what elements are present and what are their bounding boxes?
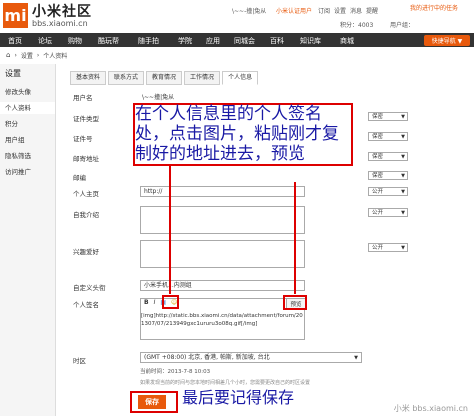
chevron-down-icon: ▼: [401, 210, 405, 216]
main-nav: 首页 论坛 购物 酷玩帮 随手拍 学院 应用 同城会 百科 知识库 商城 快捷导…: [0, 33, 474, 47]
nav-item-kuwan[interactable]: 酷玩帮: [98, 36, 119, 46]
nav-item-wiki[interactable]: 百科: [270, 36, 284, 46]
site-subtitle: bbs.xiaomi.cn: [32, 19, 88, 28]
user-group-display[interactable]: 用户组：: [390, 20, 414, 29]
sidebar-title: 设置: [5, 69, 21, 78]
annotation-save-text: 最后要记得保存: [182, 388, 295, 407]
points-display[interactable]: 积分：4003: [340, 20, 373, 29]
nav-item-city[interactable]: 同城会: [234, 36, 255, 46]
username-value: \~~撞|兔从: [142, 94, 175, 101]
messages-link[interactable]: 消息: [350, 6, 362, 15]
profile-tabs: 基本资料 联系方式 教育情况 工作情况 个人信息: [70, 71, 259, 85]
task-link[interactable]: 我的进行中的任务: [410, 3, 472, 15]
sidebar-item-privacy[interactable]: 隐私筛选: [0, 150, 55, 162]
nav-item-photo[interactable]: 随手拍: [138, 36, 159, 46]
username-link[interactable]: \~~-撞|兔从: [232, 6, 266, 15]
breadcrumb-separator: ›: [36, 51, 40, 59]
annotation-arrow-image: [169, 166, 171, 294]
label-introduction: 自我介绍: [73, 211, 99, 219]
privacy-select-zipcode[interactable]: 保密 ▼: [368, 171, 408, 180]
tab-basic[interactable]: 基本资料: [70, 71, 107, 85]
timezone-select[interactable]: (GMT +08:00) 北京, 香港, 帕斯, 新加坡, 台北 ▼: [140, 352, 362, 363]
nav-item-forum[interactable]: 论坛: [38, 36, 52, 46]
tab-contact[interactable]: 联系方式: [108, 71, 145, 85]
breadcrumb-profile[interactable]: 个人资料: [43, 51, 67, 60]
introduction-textarea[interactable]: [140, 206, 305, 234]
sidebar-item-usergroup[interactable]: 用户组: [0, 134, 55, 146]
label-id-type: 证件类型: [73, 115, 99, 123]
subscribe-link[interactable]: 订阅: [318, 6, 330, 15]
reminders-link[interactable]: 提醒: [366, 6, 378, 15]
annotation-box-save: [130, 391, 178, 413]
nav-item-mall[interactable]: 商城: [340, 36, 354, 46]
header: mi 小米社区 bbs.xiaomi.cn \~~-撞|兔从 小米认证用户 订阅…: [0, 0, 474, 33]
breadcrumb-separator: ›: [14, 51, 17, 59]
privacy-select-introduction[interactable]: 公开 ▼: [368, 208, 408, 217]
signature-textarea[interactable]: [img]http://static.bbs.xiaomi.cn/data/at…: [141, 312, 303, 328]
chevron-down-icon: ▼: [401, 114, 405, 120]
annotation-arrow-preview: [294, 182, 296, 294]
timezone-note: 如果发现当前的时间与您本地时间相差几个小时，您需要更改自己的时区设置: [140, 380, 311, 386]
chevron-down-icon: ▼: [401, 189, 405, 195]
label-timezone: 时区: [73, 357, 86, 365]
sidebar-item-points[interactable]: 积分: [0, 118, 55, 130]
privacy-select-hobbies[interactable]: 公开 ▼: [368, 243, 408, 252]
chevron-down-icon: ▼: [354, 355, 358, 361]
chevron-down-icon: ▼: [401, 134, 405, 140]
tab-work[interactable]: 工作情况: [184, 71, 221, 85]
nav-item-shop[interactable]: 购物: [68, 36, 82, 46]
quick-nav-button[interactable]: 快捷导航 ▼: [424, 35, 470, 46]
annotation-main-text: 在个人信息里的个人签名处，点击图片，粘贴刚才复制好的地址进去，预览: [135, 104, 339, 164]
custom-title-input[interactable]: 小米手机...内测组: [140, 280, 305, 291]
home-icon[interactable]: ⌂: [6, 51, 10, 59]
watermark: 小米 bbs.xiaomi.cn: [393, 404, 468, 413]
privacy-select-id-number[interactable]: 保密 ▼: [368, 132, 408, 141]
chevron-down-icon: ▼: [401, 154, 405, 160]
chevron-down-icon: ▼: [401, 173, 405, 179]
nav-item-academy[interactable]: 学院: [178, 36, 192, 46]
nav-item-knowledge[interactable]: 知识库: [300, 36, 321, 46]
nav-item-apps[interactable]: 应用: [206, 36, 220, 46]
chevron-down-icon: ▼: [401, 245, 405, 251]
label-zipcode: 邮编: [73, 174, 86, 182]
logo[interactable]: mi: [3, 3, 28, 28]
sidebar-item-profile[interactable]: 个人资料: [0, 102, 55, 114]
label-id-number: 证件号: [73, 135, 93, 143]
breadcrumb-settings[interactable]: 设置: [21, 51, 33, 60]
sidebar-item-avatar[interactable]: 修改头像: [0, 86, 55, 98]
privacy-select-homepage[interactable]: 公开 ▼: [368, 187, 408, 196]
tab-personal[interactable]: 个人信息: [222, 71, 259, 85]
annotation-box-image-icon: [162, 295, 179, 309]
annotation-box-preview: [283, 295, 307, 310]
label-hobbies: 兴趣爱好: [73, 248, 99, 256]
label-homepage: 个人主页: [73, 190, 99, 198]
bold-icon[interactable]: B: [144, 299, 149, 306]
hobbies-textarea[interactable]: [140, 240, 305, 268]
sidebar-item-promotion[interactable]: 访问推广: [0, 166, 55, 178]
breadcrumb: ⌂ › 设置 › 个人资料: [0, 48, 474, 62]
label-username: 用户名: [73, 94, 93, 102]
settings-sidebar: 设置 修改头像 个人资料 积分 用户组 隐私筛选 访问推广: [0, 64, 56, 416]
label-custom-title: 自定义头衔: [73, 284, 106, 292]
current-time: 当前时间：2013-7-8 10:03: [140, 369, 211, 375]
privacy-select-address[interactable]: 保密 ▼: [368, 152, 408, 161]
nav-item-home[interactable]: 首页: [8, 36, 22, 46]
tab-education[interactable]: 教育情况: [146, 71, 183, 85]
label-address: 邮寄地址: [73, 155, 99, 163]
site-title: 小米社区: [32, 4, 92, 20]
homepage-input[interactable]: http://: [140, 186, 305, 197]
label-signature: 个人签名: [73, 301, 99, 309]
settings-link[interactable]: 设置: [334, 6, 346, 15]
italic-icon[interactable]: I: [154, 299, 156, 306]
privacy-select-id-type[interactable]: 保密 ▼: [368, 112, 408, 121]
verified-user-badge[interactable]: 小米认证用户: [276, 6, 312, 15]
